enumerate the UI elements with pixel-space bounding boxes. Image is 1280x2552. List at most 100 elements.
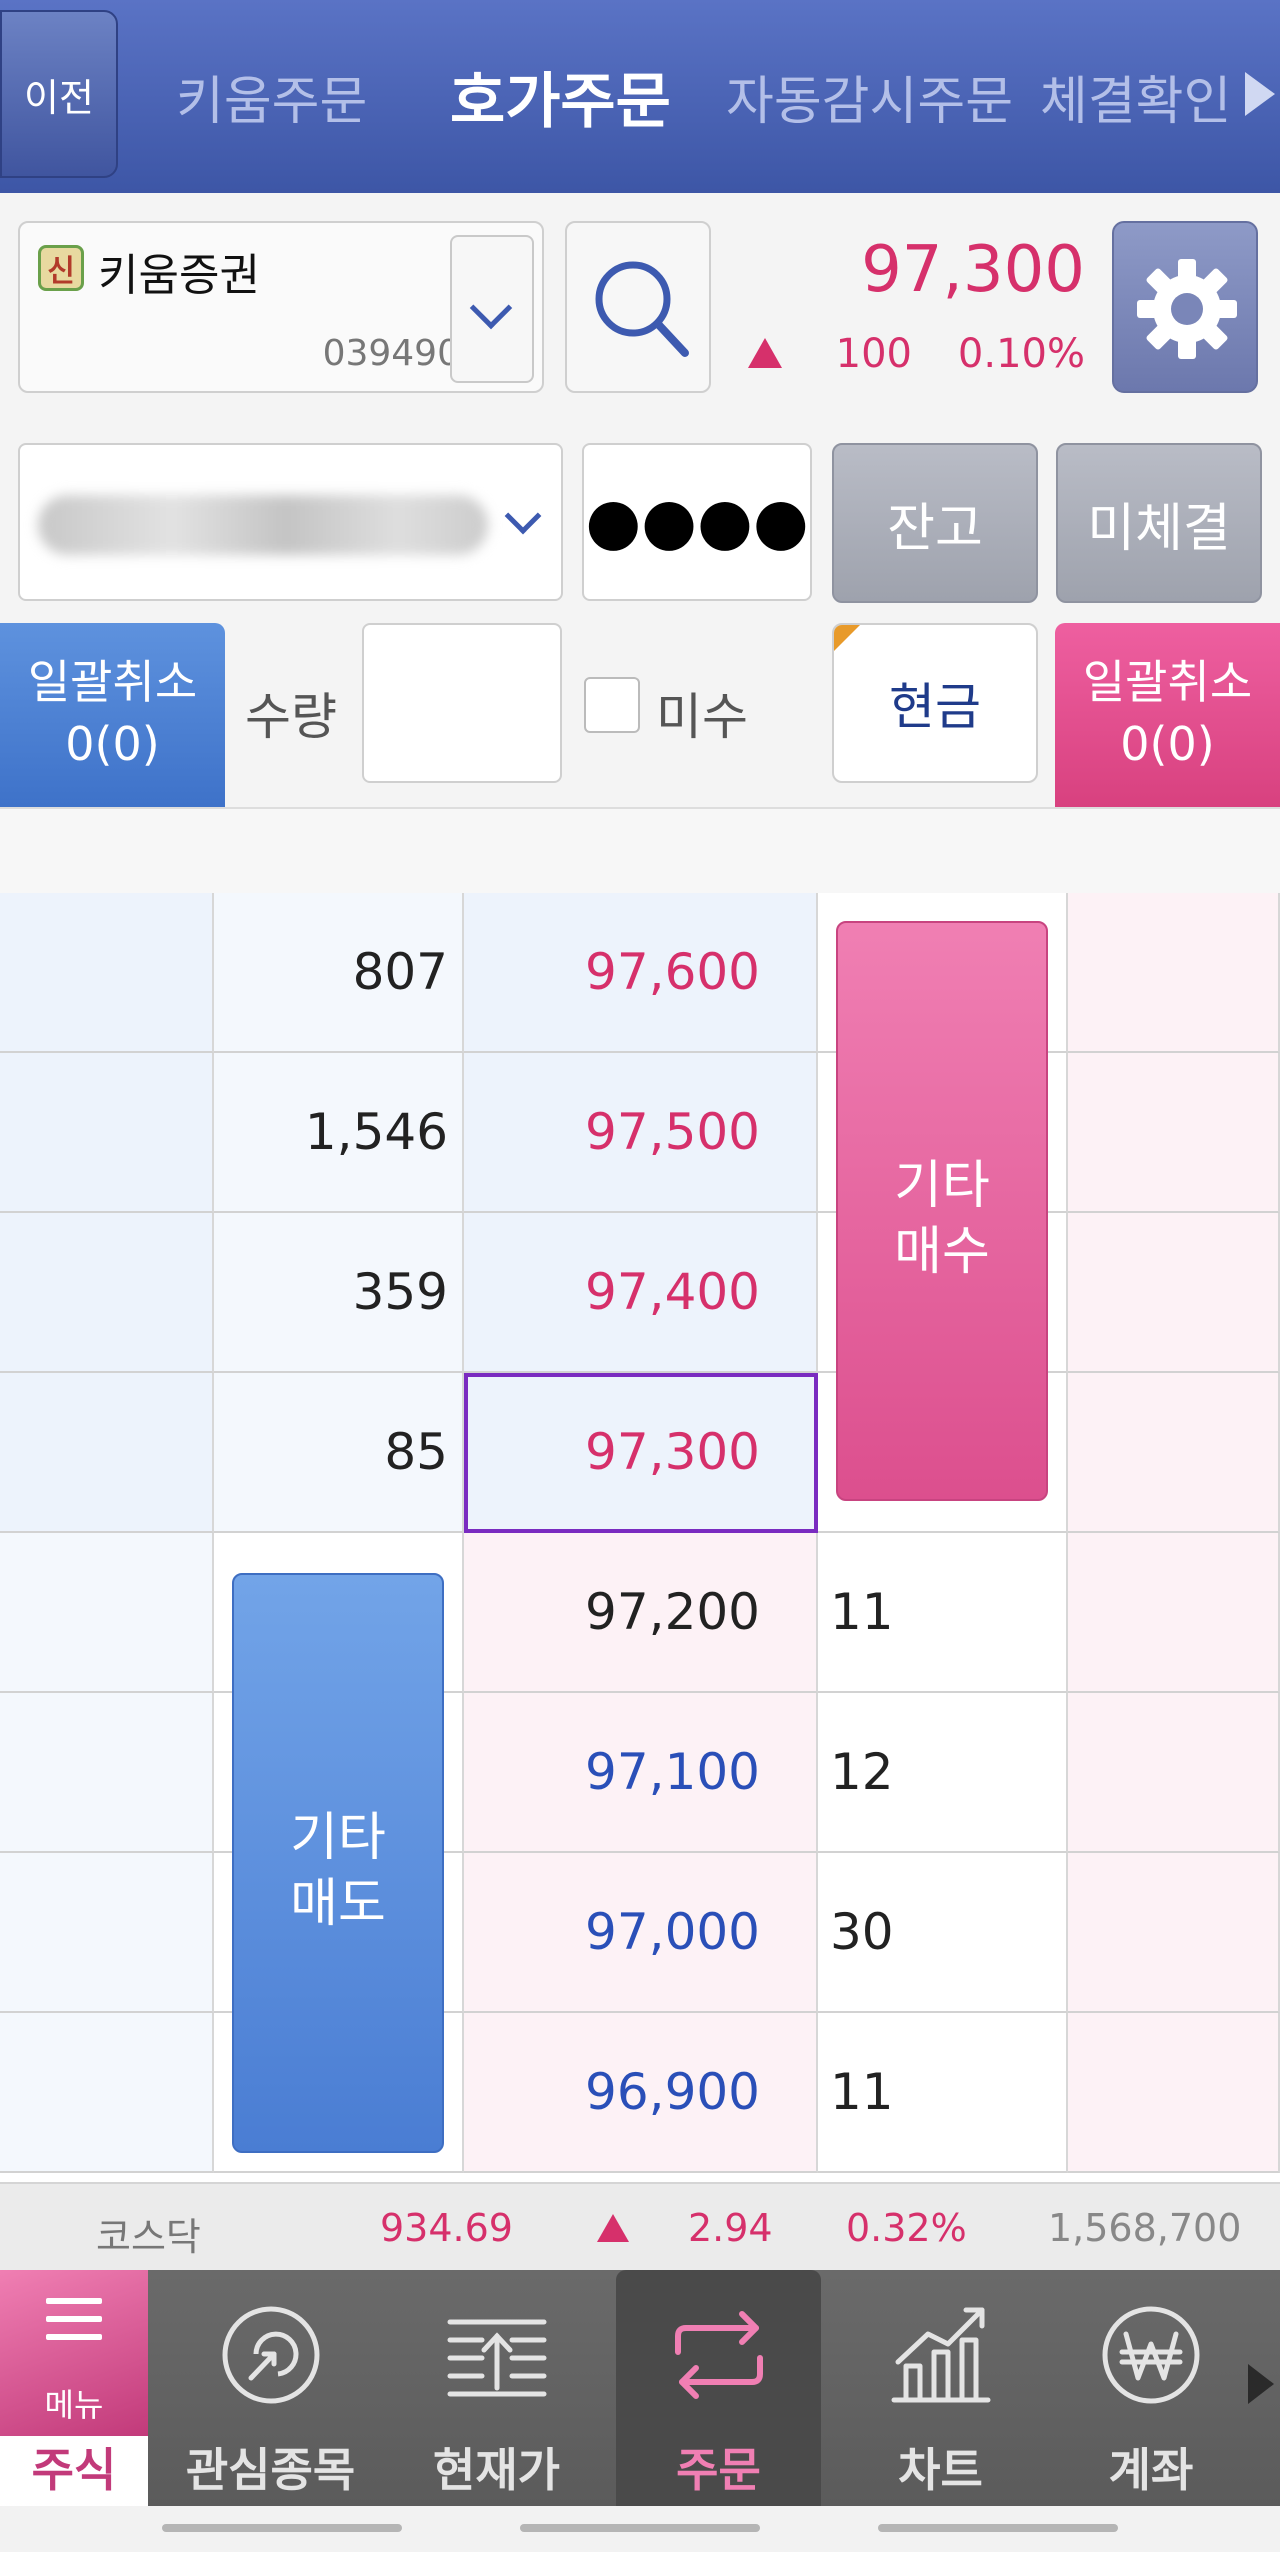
misu-label: 미수 [656,688,748,746]
menu-button[interactable]: 메뉴 [0,2270,148,2436]
nav-order[interactable]: 주문 [616,2270,821,2506]
system-nav-bar [0,2506,1280,2552]
buy-order-cell[interactable] [1068,1213,1280,1373]
index-change: 2.94 [688,2206,773,2250]
credit-badge: 신 [38,245,84,291]
cancel-all-sell-button[interactable]: 일괄취소 0(0) [0,623,225,807]
sell-order-cell[interactable] [0,1213,214,1373]
nav-chart[interactable]: 차트 [838,2270,1043,2506]
hamburger-icon [46,2298,102,2352]
bid-price[interactable]: 97,200 [464,1533,818,1693]
nav-scroll-right-icon[interactable] [1245,72,1275,116]
sell-order-cell[interactable] [0,1533,214,1693]
nav-account-label: 계좌 [1108,2443,1194,2497]
current-price-cell[interactable]: 97,300 [464,1373,818,1533]
order-controls-row: 일괄취소 0(0) 수량 미수 현금 일괄취소 0(0) [0,615,1280,807]
spacer [0,807,1280,895]
stock-dropdown-button[interactable] [450,235,534,383]
nav-current-price-label: 현재가 [433,2443,560,2497]
chevron-down-icon [504,497,542,535]
bid-quantity: 12 [818,1693,1068,1853]
stock-info-row: 신 키움증권 039490 97,300 100 0.10% [0,193,1280,425]
index-value: 934.69 [380,2206,513,2250]
buy-order-cell[interactable] [1068,893,1280,1053]
etc-sell-label-1: 기타 [290,1808,386,1868]
sell-order-cell[interactable] [0,1853,214,2013]
current-price: 97,300 [861,233,1085,307]
nav-more-right-icon[interactable] [1248,2364,1274,2404]
stock-selector[interactable]: 신 키움증권 039490 [18,221,544,393]
nav-current-price[interactable]: 현재가 [394,2270,599,2506]
nav-order-label: 주문 [676,2443,761,2497]
search-button[interactable] [565,221,711,393]
settings-button[interactable] [1112,221,1258,393]
etc-sell-button[interactable]: 기타 매도 [232,1573,444,2153]
quantity-input[interactable] [362,623,562,783]
cancel-all-sell-count: 0(0) [65,717,160,771]
account-selector[interactable] [18,443,563,601]
watchlist-icon [222,2306,319,2404]
unfilled-button[interactable]: 미체결 [1056,443,1262,603]
ask-price[interactable]: 97,600 [464,893,818,1053]
balance-button[interactable]: 잔고 [832,443,1038,603]
buy-order-cell[interactable] [1068,2013,1280,2173]
stock-code: 039490 [322,333,460,374]
bid-price[interactable]: 97,000 [464,1853,818,2013]
buy-order-cell[interactable] [1068,1053,1280,1213]
buy-order-cell[interactable] [1068,1533,1280,1693]
ask-price[interactable]: 97,500 [464,1053,818,1213]
nav-chart-label: 차트 [898,2443,983,2497]
price-up-icon [748,338,782,368]
etc-buy-button[interactable]: 기타 매수 [836,921,1048,1501]
ask-price[interactable]: 97,400 [464,1213,818,1373]
sell-order-cell[interactable] [0,1693,214,1853]
stock-name: 키움증권 [98,250,260,301]
tab-auto-monitor-order[interactable]: 자동감시주문 [726,0,1013,193]
bid-quantity: 11 [818,1533,1068,1693]
bid-quantity: 11 [818,2013,1068,2173]
etc-buy-label-1: 기타 [894,1156,990,1216]
bid-quantity: 30 [818,1853,1068,2013]
buy-order-cell[interactable] [1068,1853,1280,2013]
menu-label: 메뉴 [44,2386,104,2424]
sell-order-cell[interactable] [0,1053,214,1213]
system-recent-button[interactable] [162,2524,402,2532]
tab-kiwoom-order[interactable]: 키움주문 [176,0,367,193]
bid-price[interactable]: 96,900 [464,2013,818,2173]
ask-quantity: 359 [214,1213,464,1373]
cancel-all-buy-count: 0(0) [1120,717,1215,771]
buy-order-cell[interactable] [1068,1373,1280,1533]
dropdown-corner-icon [834,625,860,651]
top-nav: 이전 키움주문 호가주문 자동감시주문 체결확인 [0,0,1280,193]
sell-order-cell[interactable] [0,893,214,1053]
ask-quantity: 1,546 [214,1053,464,1213]
stock-category-tab[interactable]: 주식 [0,2436,148,2506]
buy-order-cell[interactable] [1068,1693,1280,1853]
bid-price[interactable]: 97,100 [464,1693,818,1853]
ask-quantity: 807 [214,893,464,1053]
misu-checkbox[interactable] [584,677,640,733]
account-number-redacted [38,495,488,555]
sell-order-cell[interactable] [0,1373,214,1533]
index-volume: 1,568,700 [1048,2206,1242,2250]
nav-watchlist[interactable]: 관심종목 [168,2270,373,2506]
system-home-button[interactable] [520,2524,760,2532]
cash-type-label: 현금 [889,678,981,736]
nav-account[interactable]: 계좌 [1066,2270,1236,2506]
system-back-button[interactable] [878,2524,1118,2532]
cancel-all-buy-button[interactable]: 일괄취소 0(0) [1055,623,1280,807]
tab-orderbook-order[interactable]: 호가주문 [450,0,671,193]
sell-order-cell[interactable] [0,2013,214,2173]
cancel-all-buy-label: 일괄취소 [1082,655,1253,709]
tab-execution-check[interactable]: 체결확인 [1040,0,1231,193]
price-change: 100 [835,331,912,377]
quantity-label: 수량 [245,688,337,746]
order-book: 807 97,600 1,546 97,500 359 97,400 85 97… [0,893,1280,2183]
nav-watchlist-label: 관심종목 [185,2443,356,2497]
cash-type-button[interactable]: 현금 [832,623,1038,783]
bottom-nav: 메뉴 주식 관심종목 현재가 주문 차트 계좌 [0,2270,1280,2506]
current-price-icon [447,2319,546,2397]
index-name: 코스닥 [96,2215,201,2259]
prev-button[interactable]: 이전 [0,10,118,178]
password-field[interactable]: ●●●● [582,443,812,601]
